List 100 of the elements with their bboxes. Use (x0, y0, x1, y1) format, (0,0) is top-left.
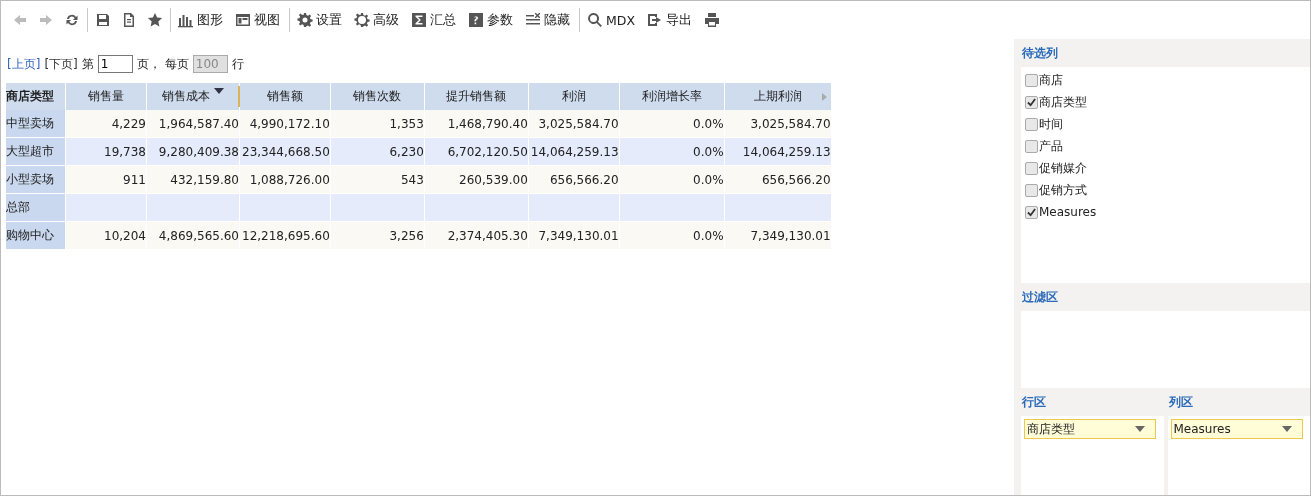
checkbox-label: 商店类型 (1039, 93, 1087, 111)
export-icon (647, 12, 663, 28)
print-icon (704, 12, 720, 28)
checkbox-label: 促销方式 (1039, 181, 1087, 199)
section-title: 行区 (1021, 394, 1047, 411)
column-header[interactable]: 销售次数 (330, 83, 425, 110)
table-cell: 6,230 (330, 137, 425, 166)
toolbar-button[interactable]: 导出 (644, 8, 695, 32)
column-header[interactable]: 利润增长率 (619, 83, 725, 110)
bar-chart-icon (178, 12, 194, 28)
checkbox[interactable] (1025, 117, 1038, 131)
toolbar-button[interactable]: 设置 (289, 8, 345, 32)
table-cell: 7,349,130.01 (528, 221, 620, 250)
table-cell: 1,088,726.00 (239, 165, 331, 194)
toolbar-button[interactable]: 参数 (465, 8, 516, 32)
table-cell: 23,344,668.50 (239, 137, 331, 166)
forward-icon (38, 12, 54, 28)
table-cell: 656,566.20 (724, 165, 832, 194)
table-cell: 432,159.80 (146, 165, 240, 194)
column-header[interactable]: 销售量 (65, 83, 147, 110)
column-header[interactable]: 商店类型 (6, 83, 66, 110)
column-header[interactable]: 提升销售额 (424, 83, 529, 110)
table-cell: 0.0% (619, 137, 725, 166)
search-icon (587, 12, 603, 28)
column-header[interactable]: 销售成本 (146, 83, 240, 110)
table-cell: 1,353 (330, 110, 425, 138)
table-cell: 4,229 (65, 110, 147, 138)
table-cell: 9,280,409.38 (146, 137, 240, 166)
pager-text: 页， (136, 55, 161, 73)
section-title: 过滤区 (1021, 289, 1059, 306)
toolbar-button[interactable]: 高级 (351, 8, 402, 32)
table-cell: 2,374,405.30 (424, 221, 529, 250)
page-field[interactable]: 1 (97, 55, 133, 73)
checkbox[interactable] (1025, 183, 1038, 197)
dropdown-arrow-icon (1281, 426, 1292, 432)
checkbox-label: 促销媒介 (1039, 159, 1087, 177)
document-icon (121, 12, 137, 28)
column-header[interactable]: 销售额 (239, 83, 331, 110)
checkbox-label: 时间 (1039, 115, 1063, 133)
pager-text: 每页 (164, 55, 189, 73)
window-icon (235, 12, 251, 28)
settings-icon (297, 12, 313, 28)
checkbox-label: Measures (1039, 205, 1097, 219)
row-header: 小型卖场 (6, 165, 66, 194)
toolbar-button[interactable]: 视图 (232, 8, 283, 32)
toolbar-button[interactable]: 汇总 (408, 8, 459, 32)
checkbox[interactable] (1025, 95, 1038, 109)
checkbox[interactable] (1025, 139, 1038, 153)
row-header: 购物中心 (6, 221, 66, 250)
table-cell: 12,218,695.60 (239, 221, 331, 250)
table-cell: 4,990,172.10 (239, 110, 331, 138)
previous-page-link[interactable]: [上页] (7, 55, 41, 73)
table-cell: 3,025,584.70 (528, 110, 620, 138)
table-cell: 4,869,565.60 (146, 221, 240, 250)
table-cell: 6,702,120.50 (424, 137, 529, 166)
resize-handle[interactable] (238, 86, 240, 107)
help-icon (468, 12, 484, 28)
table-cell: 260,539.00 (424, 165, 529, 194)
table-cell: 19,738 (65, 137, 147, 166)
toolbar-button[interactable]: 图形 (170, 8, 226, 32)
table-cell: 0.0% (619, 221, 725, 250)
table-cell: 7,349,130.01 (724, 221, 832, 250)
scroll-right-icon[interactable] (821, 93, 827, 101)
toolbar-button[interactable]: 隐藏 (522, 8, 573, 32)
table-cell: 543 (330, 165, 425, 194)
dropdown-arrow-icon (1135, 426, 1145, 432)
table-cell: 1,964,587.40 (146, 110, 240, 138)
table-cell: 14,064,259.13 (528, 137, 620, 166)
toolbar-button[interactable]: MDX (579, 8, 638, 32)
pager-text: 第 (81, 55, 94, 73)
field-dropdown[interactable]: Measures (1170, 419, 1303, 439)
table-cell: 10,204 (65, 221, 147, 250)
section-title: 列区 (1167, 394, 1194, 411)
table-cell: 14,064,259.13 (724, 137, 832, 166)
hide-icon (525, 12, 541, 28)
table-cell: 0.0% (619, 165, 725, 194)
table-cell: 656,566.20 (528, 165, 620, 194)
row-header: 总部 (6, 193, 66, 222)
checkbox[interactable] (1025, 205, 1038, 219)
column-header[interactable]: 利润 (528, 83, 620, 110)
back-icon (12, 12, 28, 28)
section-title: 待选列 (1021, 45, 1059, 62)
row-header: 中型卖场 (6, 110, 66, 138)
table-cell: 1,468,790.40 (424, 110, 529, 138)
next-page-link[interactable]: [下页] (44, 55, 78, 73)
refresh-icon (64, 12, 80, 28)
star-icon (147, 12, 163, 28)
row-header: 大型超市 (6, 137, 66, 166)
column-header[interactable]: 上期利润 (724, 83, 832, 110)
field-dropdown[interactable]: 商店类型 (1024, 419, 1156, 439)
checkbox-label: 产品 (1039, 137, 1063, 155)
table-cell: 0.0% (619, 110, 725, 138)
checkbox-label: 商店 (1039, 71, 1063, 89)
sigma-icon (411, 12, 427, 28)
table-cell: 911 (65, 165, 147, 194)
table-cell: 3,256 (330, 221, 425, 250)
table-cell: 3,025,584.70 (724, 110, 832, 138)
checkbox[interactable] (1025, 73, 1038, 87)
checkbox[interactable] (1025, 161, 1038, 175)
save-icon (95, 12, 111, 28)
